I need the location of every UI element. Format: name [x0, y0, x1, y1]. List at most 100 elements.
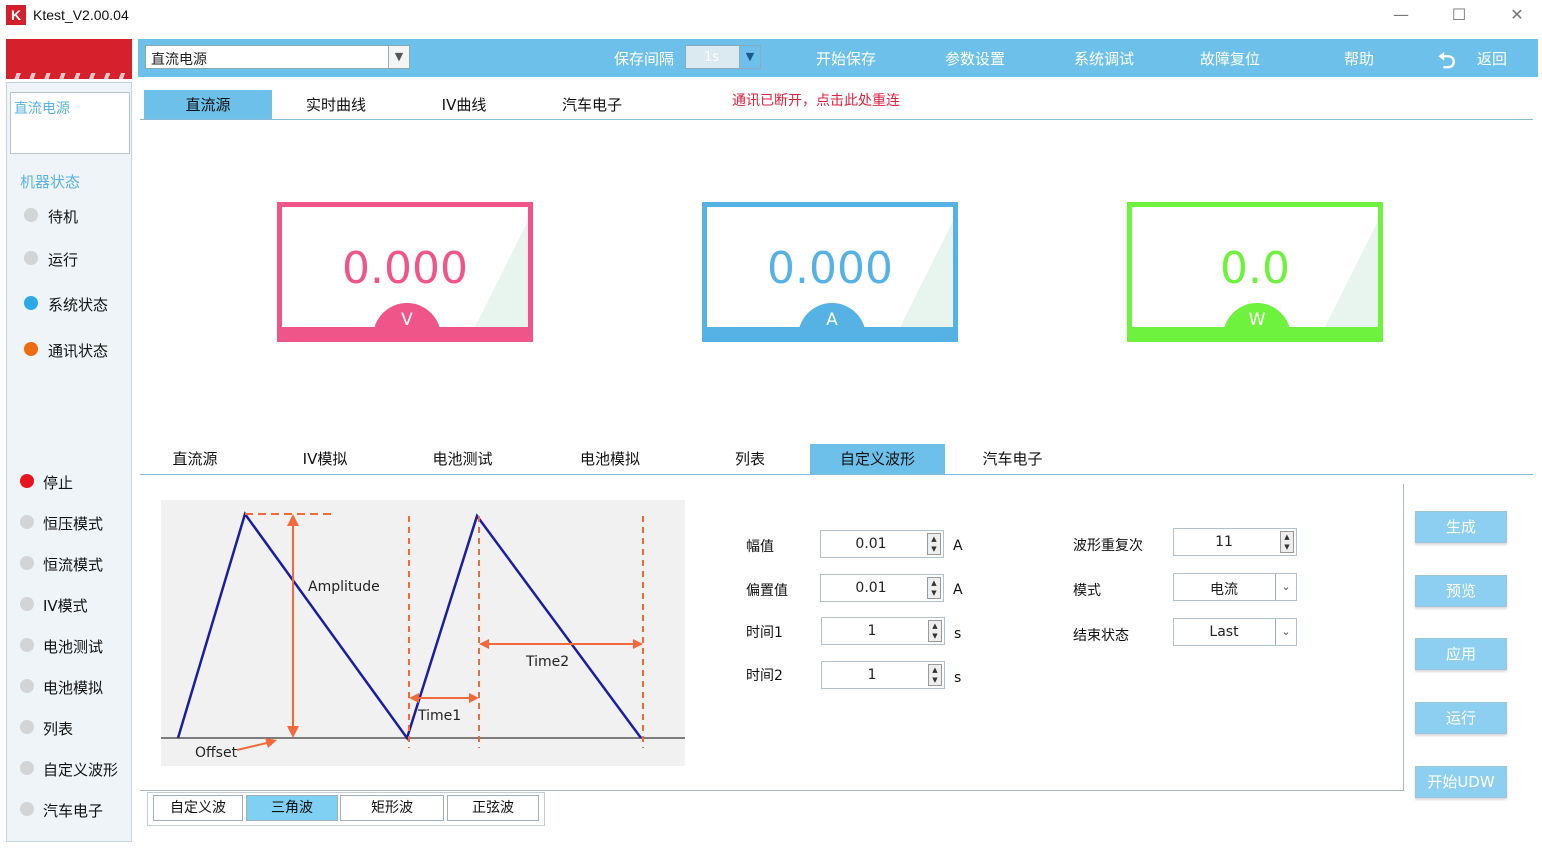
reconnect-link[interactable]: 通讯已断开，点击此处重连 [732, 90, 900, 110]
end-state-select[interactable]: Last ⌄ [1173, 618, 1297, 646]
spin-arrows-icon[interactable]: ▲ ▼ [1280, 531, 1294, 553]
start-save-button[interactable]: 开始保存 [816, 48, 876, 69]
action-button[interactable]: 应用 [1415, 638, 1507, 670]
time2-value[interactable]: 1 [822, 667, 922, 683]
mode-dot [20, 515, 34, 529]
action-button[interactable]: 开始UDW [1415, 766, 1507, 798]
end-state-select-value: Last [1209, 624, 1239, 640]
meter-bottom-bar [282, 327, 528, 337]
maximize-button[interactable]: ☐ [1446, 4, 1472, 26]
offset-field-label: 偏置值 [746, 583, 788, 599]
time1-label: Time1 [417, 708, 461, 724]
param-settings-button[interactable]: 参数设置 [945, 48, 1005, 69]
bottom-tab[interactable]: 自定义波形 [810, 444, 945, 474]
meter-bottom-bar [707, 327, 953, 337]
mode-dot [20, 720, 34, 734]
offset-stepper[interactable]: 0.01 ▲ ▼ [820, 574, 944, 602]
time1-field-label: 时间1 [746, 625, 783, 641]
time1-stepper[interactable]: 1 ▲ ▼ [821, 617, 945, 645]
bottom-tab[interactable]: IV模拟 [270, 444, 380, 474]
meter-display: 0.0 W [1127, 202, 1383, 342]
repeat-field-label: 波形重复次 [1073, 538, 1143, 554]
status-dot [24, 296, 38, 310]
top-tab[interactable]: IV曲线 [400, 90, 528, 120]
amplitude-value[interactable]: 0.01 [821, 536, 921, 552]
waveform-diagram: Amplitude Time1 Time2 Offset [161, 500, 685, 766]
meter-value: 0.000 [767, 243, 893, 294]
help-button[interactable]: 帮助 [1344, 48, 1374, 69]
state-label: 待机 [48, 208, 79, 226]
amplitude-field-label: 幅值 [746, 539, 774, 555]
state-label: 运行 [48, 251, 79, 269]
action-button[interactable]: 生成 [1415, 511, 1507, 543]
status-dot [24, 251, 38, 265]
chevron-down-icon[interactable]: ▼ [739, 46, 760, 68]
wave-type-button[interactable]: 矩形波 [340, 795, 444, 821]
top-tab[interactable]: 汽车电子 [528, 90, 656, 120]
state-label: 通讯状态 [48, 342, 109, 360]
amplitude-label: Amplitude [308, 579, 380, 595]
wave-type-button[interactable]: 三角波 [246, 795, 338, 821]
bottom-tab[interactable]: 直流源 [140, 444, 250, 474]
meter-display: 0.000 A [702, 202, 958, 342]
spin-arrows-icon[interactable]: ▲ ▼ [927, 577, 941, 599]
offset-value[interactable]: 0.01 [821, 580, 921, 596]
save-interval-value: 1s [704, 50, 720, 65]
mode-dot [20, 474, 34, 488]
source-select-value: 直流电源 [151, 52, 207, 68]
bottom-tab[interactable]: 列表 [680, 444, 820, 474]
sidebar-item-mode[interactable]: 恒压模式 [43, 513, 103, 534]
spin-arrows-icon[interactable]: ▲ ▼ [927, 533, 941, 555]
bottom-tab[interactable]: 电池测试 [400, 444, 525, 474]
bottom-tabs-divider [140, 474, 1533, 475]
action-button[interactable]: 运行 [1415, 702, 1507, 734]
machine-state-title: 机器状态 [20, 173, 81, 191]
mode-dot [20, 679, 34, 693]
amplitude-unit: A [953, 538, 963, 554]
wave-type-button[interactable]: 正弦波 [447, 795, 539, 821]
minimize-button[interactable]: — [1388, 4, 1414, 26]
sidebar-item-mode[interactable]: 恒流模式 [43, 554, 103, 575]
fault-reset-button[interactable]: 故障复位 [1200, 48, 1260, 69]
top-tab[interactable]: 实时曲线 [272, 90, 400, 120]
meter-display: 0.000 V [277, 202, 533, 342]
spin-arrows-icon[interactable]: ▲ ▼ [928, 620, 942, 642]
sidebar-item-mode[interactable]: 停止 [43, 472, 73, 493]
repeat-stepper[interactable]: 11 ▲ ▼ [1173, 528, 1297, 556]
time1-unit: s [954, 626, 962, 642]
action-button[interactable]: 预览 [1415, 575, 1507, 607]
mode-dot [20, 761, 34, 775]
time2-field-label: 时间2 [746, 668, 783, 684]
wave-type-button[interactable]: 自定义波 [153, 795, 243, 821]
save-interval-label: 保存间隔 [614, 50, 675, 68]
chevron-down-icon[interactable]: ▼ [388, 46, 409, 68]
sidebar-item-mode[interactable]: IV模式 [43, 595, 88, 616]
time2-label: Time2 [525, 654, 569, 670]
meter-value: 0.0 [1220, 243, 1290, 294]
sidebar-item-mode[interactable]: 列表 [43, 718, 73, 739]
triangle-wave-svg: Amplitude Time1 Time2 Offset [161, 511, 685, 761]
time2-stepper[interactable]: 1 ▲ ▼ [821, 661, 945, 689]
sidebar-item-mode[interactable]: 电池测试 [43, 636, 103, 657]
sidebar-item-mode[interactable]: 自定义波形 [43, 759, 118, 780]
bottom-tab[interactable]: 汽车电子 [945, 444, 1080, 474]
amplitude-stepper[interactable]: 0.01 ▲ ▼ [820, 530, 944, 558]
chevron-down-icon[interactable]: ⌄ [1275, 619, 1296, 645]
mode-select[interactable]: 电流 ⌄ [1173, 573, 1297, 601]
back-arrow-icon[interactable]: ⮌ [1438, 44, 1456, 82]
close-button[interactable]: ✕ [1504, 4, 1530, 26]
back-button[interactable]: 返回 [1477, 48, 1507, 69]
repeat-value[interactable]: 11 [1174, 534, 1274, 550]
system-debug-button[interactable]: 系统调试 [1074, 48, 1134, 69]
top-tab[interactable]: 直流源 [144, 90, 272, 120]
spin-arrows-icon[interactable]: ▲ ▼ [928, 664, 942, 686]
source-select[interactable]: 直流电源 ▼ [145, 45, 410, 69]
sidebar-item-mode[interactable]: 电池模拟 [43, 677, 103, 698]
chevron-down-icon[interactable]: ⌄ [1275, 574, 1296, 600]
sidebar-item-mode[interactable]: 汽车电子 [43, 800, 103, 821]
bottom-tab[interactable]: 电池模拟 [540, 444, 680, 474]
time1-value[interactable]: 1 [822, 623, 922, 639]
app-logo-icon: K [6, 5, 26, 25]
save-interval-select[interactable]: 1s ▼ [685, 45, 761, 69]
mode-dot [20, 638, 34, 652]
